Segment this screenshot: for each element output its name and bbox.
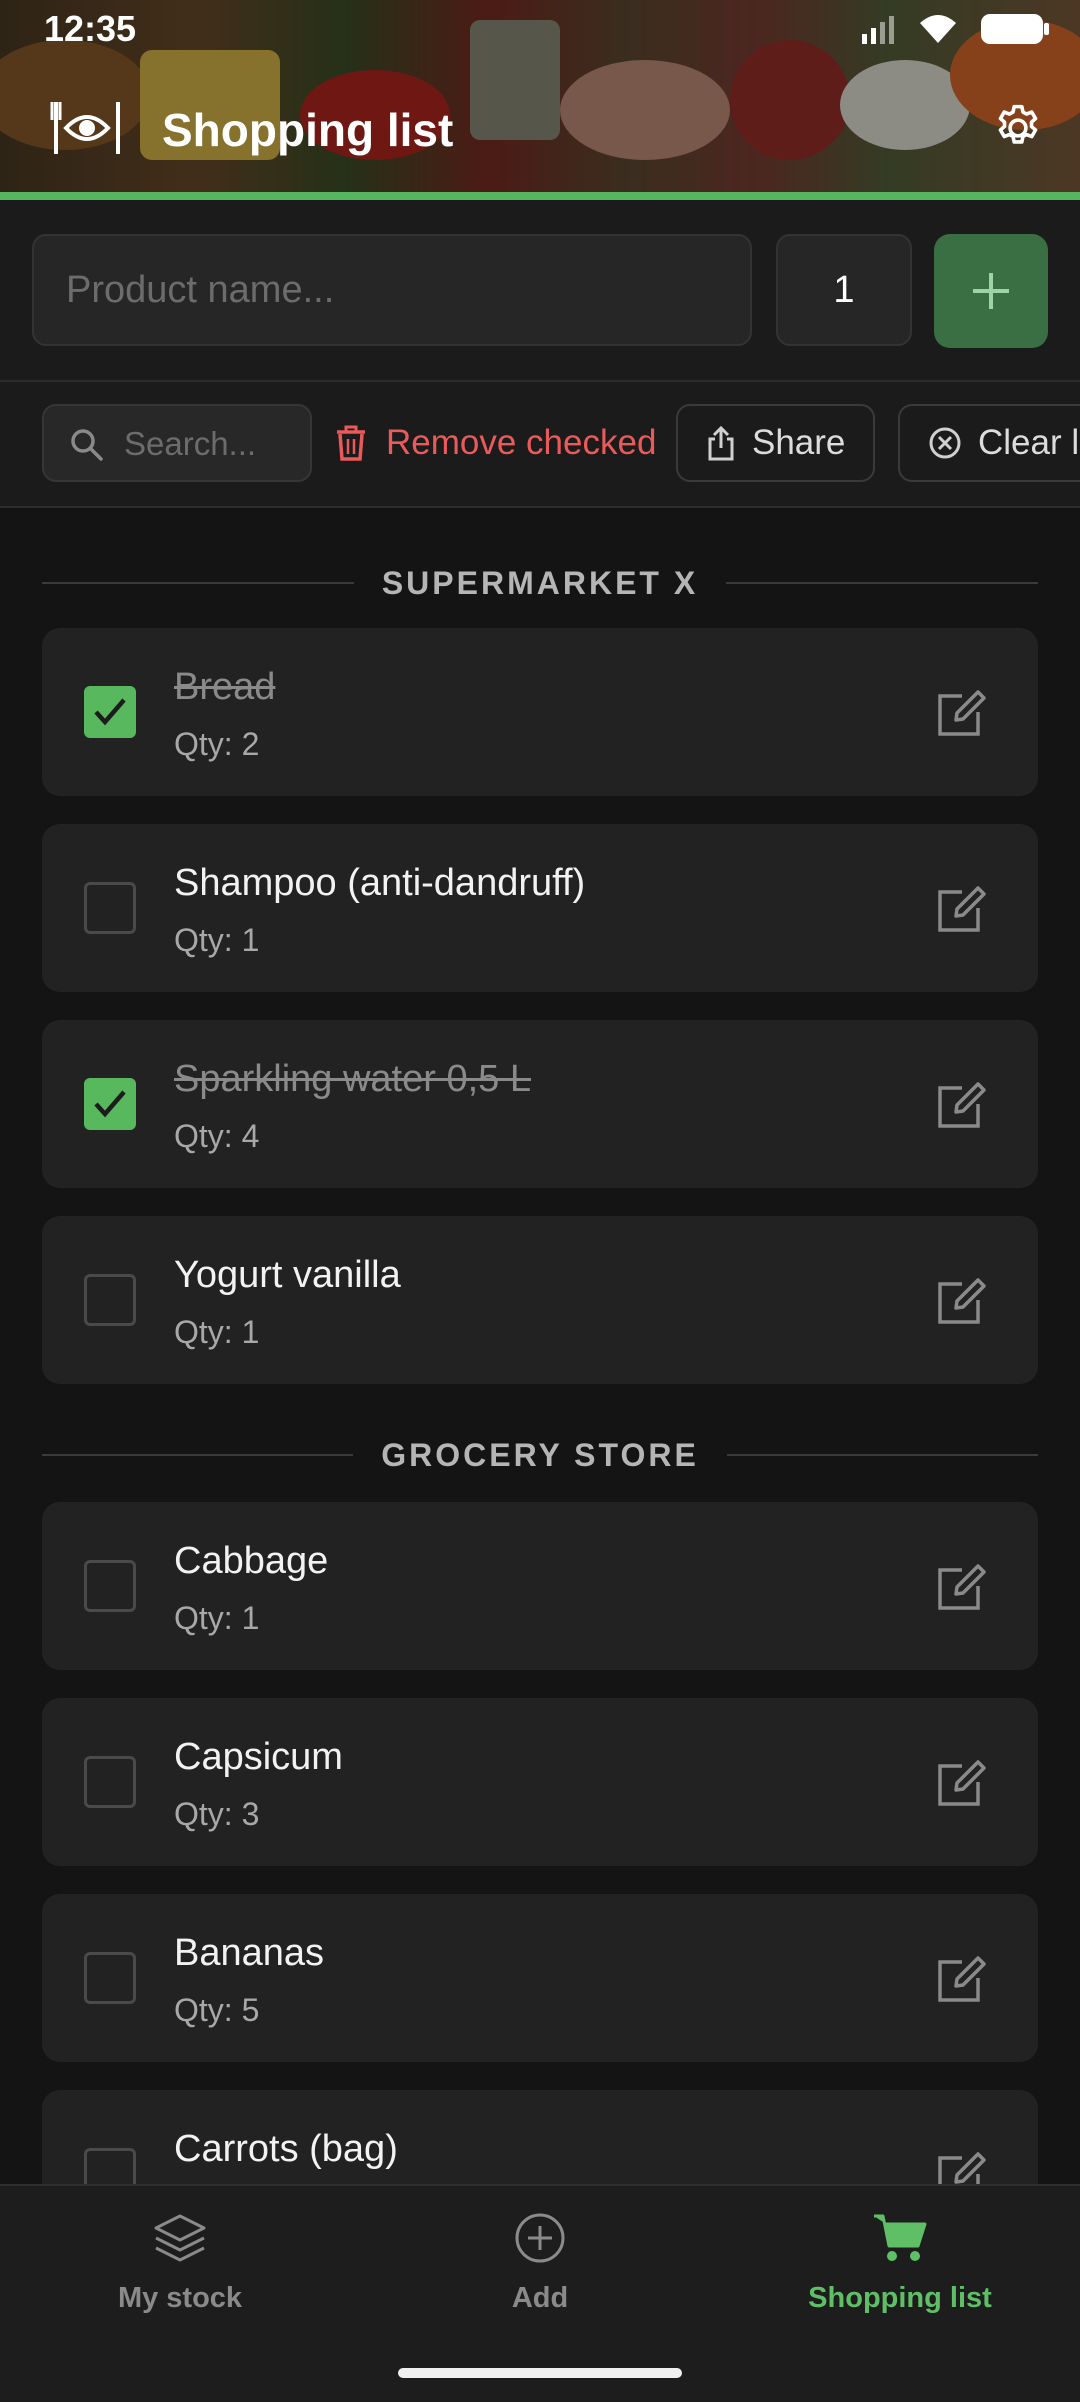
section-label: SUPERMARKET X <box>381 564 699 601</box>
edit-icon[interactable] <box>934 1758 986 1810</box>
edit-icon[interactable] <box>934 884 986 936</box>
edit-icon[interactable] <box>934 1562 986 1614</box>
battery-icon <box>981 14 1049 44</box>
list-item[interactable]: Shampoo (anti-dandruff) Qty: 1 <box>42 824 1038 992</box>
item-qty: Qty: 4 <box>174 1118 260 1154</box>
item-name: Capsicum <box>174 1736 343 1778</box>
item-qty: Qty: 5 <box>174 1992 260 2028</box>
remove-checked-label: Remove checked <box>386 423 657 462</box>
product-name-input[interactable] <box>32 234 752 346</box>
quantity-input[interactable] <box>776 234 912 346</box>
divider <box>42 582 354 584</box>
list-item[interactable]: Yogurt vanilla Qty: 1 <box>42 1216 1038 1384</box>
section-header: GROCERY STORE <box>42 1430 1039 1480</box>
share-button[interactable]: Share <box>676 404 876 482</box>
share-icon <box>708 425 734 461</box>
item-qty: Qty: 2 <box>174 726 260 762</box>
clear-list-label: Clear l <box>978 423 1080 462</box>
edit-icon[interactable] <box>934 1276 986 1328</box>
item-checkbox[interactable] <box>84 1078 136 1130</box>
signal-icon <box>862 16 894 44</box>
item-name: Carrots (bag) <box>174 2128 398 2170</box>
divider <box>42 1454 354 1456</box>
layers-icon <box>154 2214 206 2262</box>
item-qty: Qty: 1 <box>174 1314 260 1350</box>
list-toolbar: Remove checked Share Clear l <box>0 382 1080 508</box>
divider <box>726 1454 1039 1456</box>
item-checkbox[interactable] <box>84 882 136 934</box>
add-circle-icon <box>515 2213 565 2263</box>
settings-button[interactable] <box>990 100 1046 156</box>
share-label: Share <box>752 423 846 462</box>
section-label: GROCERY STORE <box>381 1436 699 1473</box>
add-product-button[interactable] <box>934 234 1048 348</box>
check-icon <box>94 698 126 726</box>
app-logo-icon <box>50 102 120 154</box>
home-indicator[interactable] <box>398 2368 682 2378</box>
status-time: 12:35 <box>44 8 137 49</box>
item-checkbox[interactable] <box>84 1756 136 1808</box>
edit-icon[interactable] <box>934 1954 986 2006</box>
nav-label: Add <box>511 2282 569 2314</box>
item-qty: Qty: 3 <box>174 1796 260 1832</box>
list-item[interactable]: Sparkling water 0,5 L Qty: 4 <box>42 1020 1038 1188</box>
nav-label: My stock <box>117 2282 243 2314</box>
clear-list-button[interactable]: Clear l <box>898 404 1080 482</box>
item-checkbox[interactable] <box>84 1274 136 1326</box>
item-qty: Qty: 1 <box>174 1600 260 1636</box>
header-accent-bar <box>0 192 1080 200</box>
item-checkbox[interactable] <box>84 2148 136 2184</box>
item-name: Bananas <box>174 1932 325 1974</box>
item-checkbox[interactable] <box>84 686 136 738</box>
nav-my-stock[interactable]: My stock <box>0 2210 360 2315</box>
item-name: Sparkling water 0,5 L <box>174 1058 531 1100</box>
nav-shopping-list[interactable]: Shopping list <box>720 2210 1080 2315</box>
item-name: Bread <box>174 666 276 708</box>
item-name: Yogurt vanilla <box>174 1254 401 1296</box>
header-banner: 12:35 Shopping list <box>0 0 1080 192</box>
shopping-list: SUPERMARKET X Bread Qty: 2 Shampoo (anti… <box>0 508 1080 2184</box>
page-title: Shopping list <box>162 104 454 156</box>
edit-icon[interactable] <box>934 2150 986 2184</box>
close-circle-icon <box>929 427 961 459</box>
trash-icon <box>337 425 365 461</box>
search-icon <box>71 429 103 461</box>
list-item[interactable]: Cabbage Qty: 1 <box>42 1502 1038 1670</box>
item-checkbox[interactable] <box>84 1560 136 1612</box>
divider <box>726 582 1039 584</box>
status-icons <box>860 12 1050 46</box>
add-product-form <box>0 200 1080 382</box>
plus-icon <box>973 273 1009 309</box>
nav-label: Shopping list <box>808 2282 992 2314</box>
item-checkbox[interactable] <box>84 1952 136 2004</box>
list-item[interactable]: Capsicum Qty: 3 <box>42 1698 1038 1866</box>
item-name: Shampoo (anti-dandruff) <box>174 862 586 904</box>
item-qty: Qty: 1 <box>174 922 260 958</box>
item-name: Cabbage <box>174 1540 329 1582</box>
list-item[interactable]: Bread Qty: 2 <box>42 628 1038 796</box>
list-item[interactable]: Carrots (bag) <box>42 2090 1038 2184</box>
section-header: SUPERMARKET X <box>42 558 1039 608</box>
nav-add[interactable]: Add <box>360 2210 720 2315</box>
edit-icon[interactable] <box>934 1080 986 1132</box>
search-box[interactable] <box>42 404 312 482</box>
edit-icon[interactable] <box>934 688 986 740</box>
list-item[interactable]: Bananas Qty: 5 <box>42 1894 1038 2062</box>
search-input[interactable] <box>122 406 306 482</box>
gear-icon <box>998 104 1038 144</box>
wifi-icon <box>920 15 956 43</box>
remove-checked-button[interactable]: Remove checked <box>334 404 656 482</box>
check-icon <box>94 1090 126 1118</box>
cart-icon <box>874 2214 927 2261</box>
